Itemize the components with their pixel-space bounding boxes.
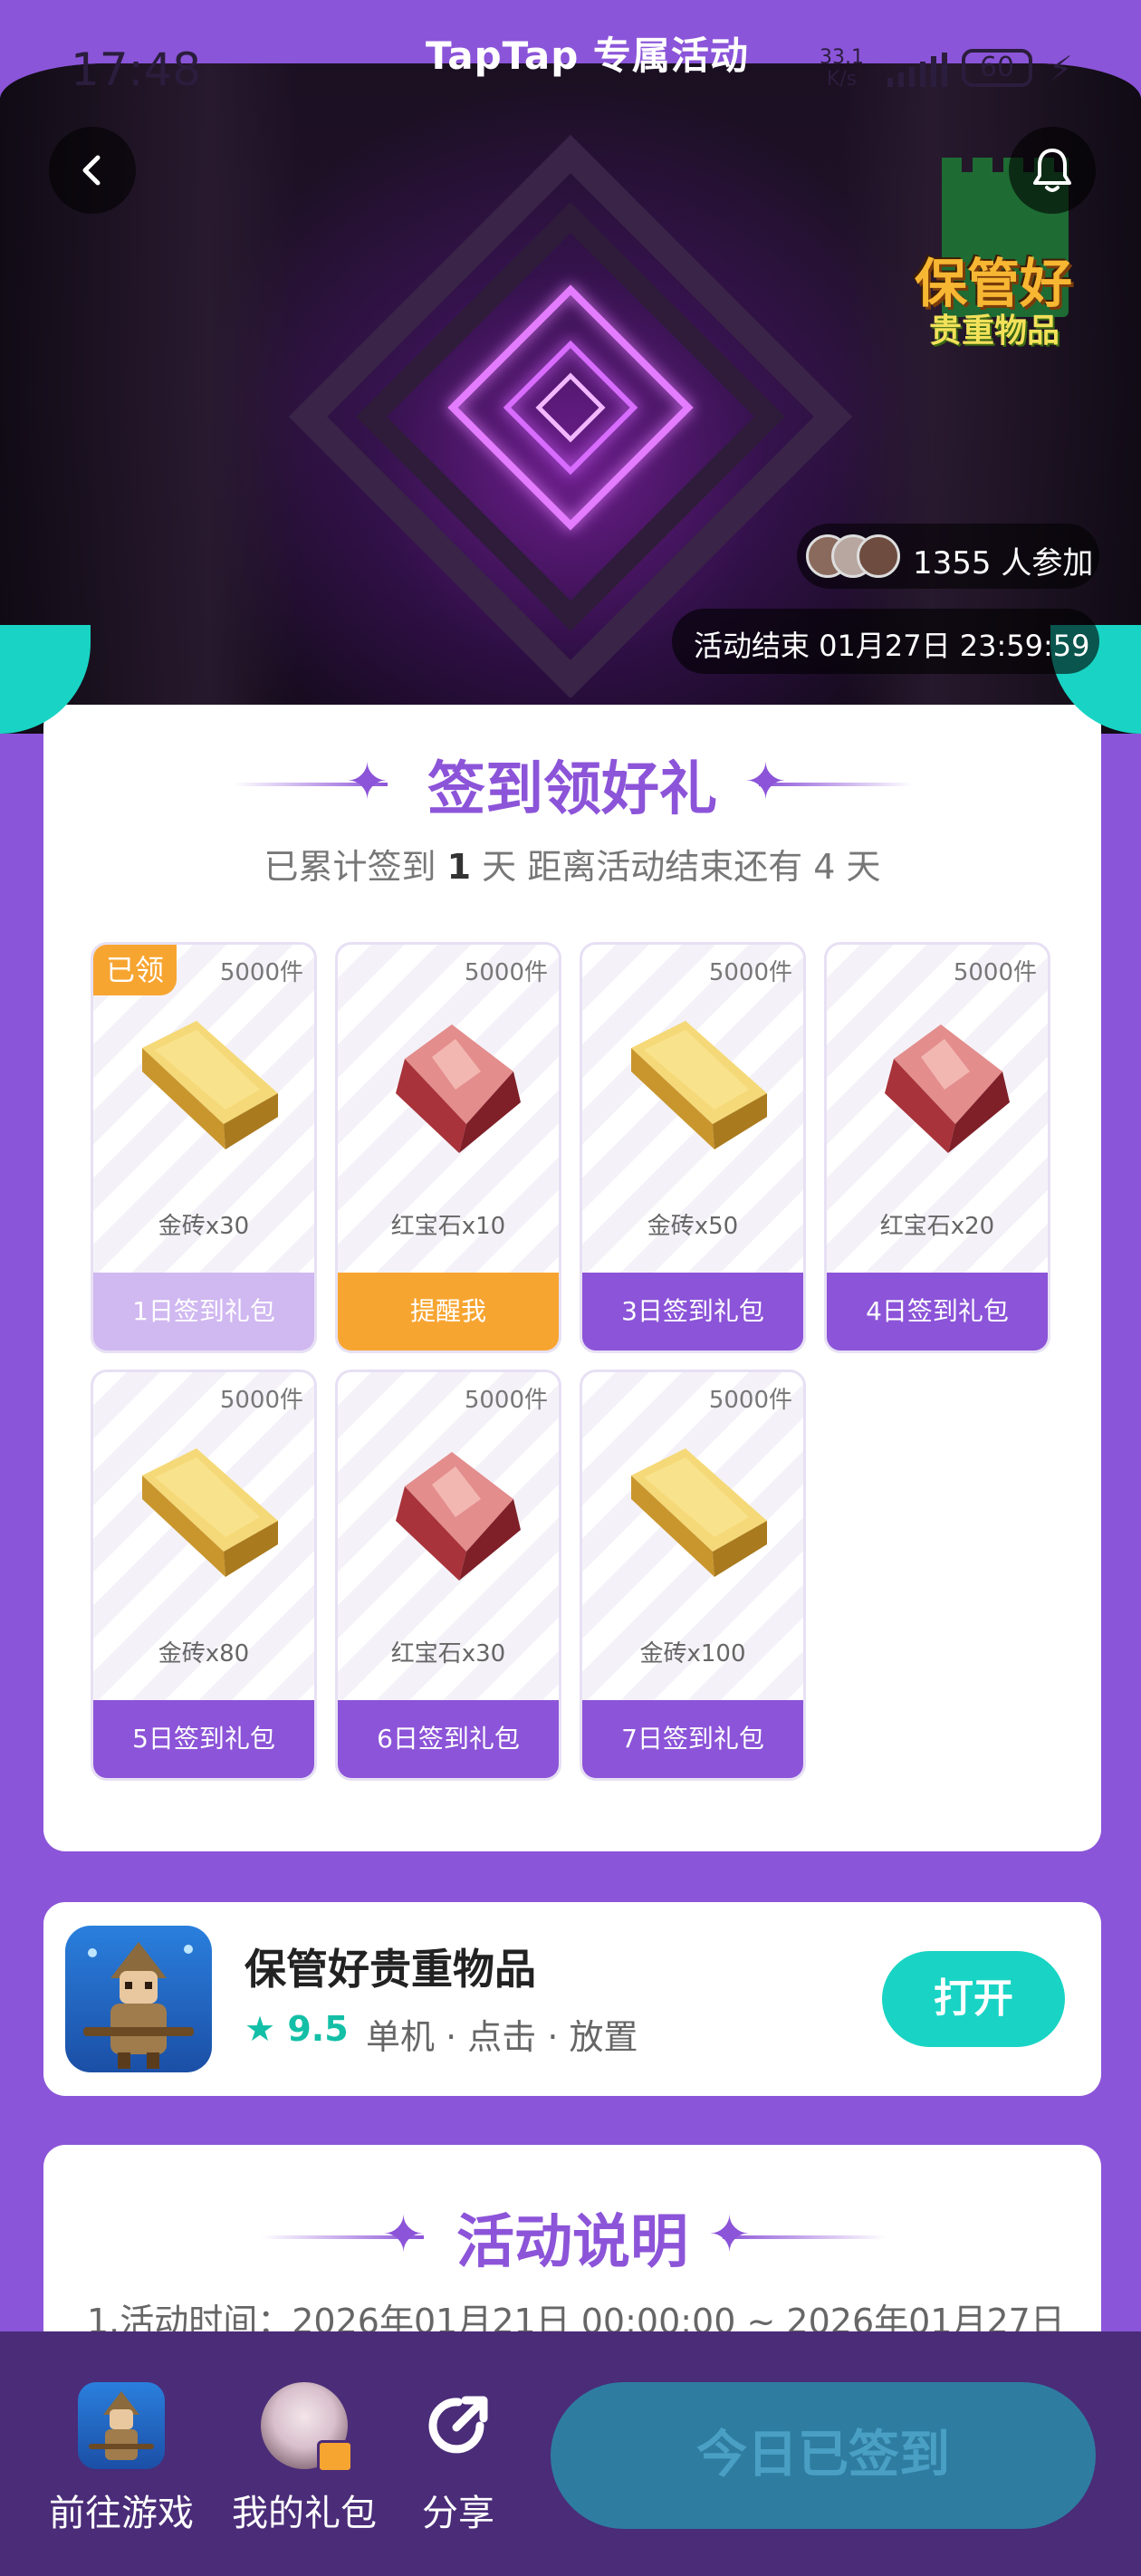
share-icon xyxy=(428,2396,488,2454)
signed-today-button[interactable]: 今日已签到 xyxy=(551,2382,1096,2529)
game-rating: ★ 9.5 xyxy=(244,2009,349,2049)
reward-card: 5000件金砖x100 7日签到礼包 xyxy=(580,1370,806,1781)
signin-progress-prefix: 已累计签到 xyxy=(264,847,436,887)
game-rating-value: 9.5 xyxy=(287,2009,349,2049)
reward-name: 金砖x30 xyxy=(158,1213,250,1240)
participants-count: 1355 人参加 xyxy=(913,545,1094,582)
ruby-icon xyxy=(858,1012,1021,1169)
reward-claim-button[interactable]: 4日签到礼包 xyxy=(827,1273,1048,1350)
participants-pill: 1355 人参加 xyxy=(797,524,1099,589)
my-gifts-label: 我的礼包 xyxy=(232,2493,377,2534)
reward-stock: 5000件 xyxy=(464,959,548,986)
game-character-icon xyxy=(89,2391,154,2460)
game-app-icon[interactable] xyxy=(65,1926,212,2072)
open-game-button[interactable]: 打开 xyxy=(882,1951,1065,2047)
reward-card: 5000件 已领金砖x30 1日签到礼包 xyxy=(91,942,317,1353)
reward-stock: 5000件 xyxy=(708,959,792,986)
signin-progress: 已累计签到 1 天 距离活动结束还有 4 天 xyxy=(43,839,1101,889)
description-section-header: ✦ 活动说明 ✦ xyxy=(43,2196,1101,2277)
star-icon: ★ xyxy=(244,2009,276,2049)
share-button[interactable]: 分享 xyxy=(377,2382,540,2536)
gold-bar-icon xyxy=(613,1012,776,1169)
signin-card: ✦ 签到领好礼 ✦ 已累计签到 1 天 距离活动结束还有 4 天 5000件 已领… xyxy=(43,705,1101,1851)
signin-progress-suffix: 天 距离活动结束还有 4 天 xyxy=(482,847,881,887)
signin-section-header: ✦ 签到领好礼 ✦ xyxy=(43,743,1101,824)
bottom-action-bar: 前往游戏 我的礼包 分享 今日已签到 xyxy=(0,2331,1141,2576)
network-speed: 33.1 K/s xyxy=(820,47,864,91)
avatar xyxy=(857,534,900,578)
reward-stock: 5000件 xyxy=(219,1387,303,1414)
game-logo-subtitle: 贵重物品 xyxy=(929,312,1060,350)
hero-banner: 保管好 贵重物品 1355 人参加 活动结束 01月27日 23:59:59 xyxy=(0,63,1141,734)
status-bar: 17:48 TapTap 专属活动 33.1 K/s 60 ⚡ xyxy=(0,0,1141,136)
reward-claim-button[interactable]: 5日签到礼包 xyxy=(93,1700,314,1778)
reward-name: 金砖x50 xyxy=(647,1213,739,1240)
go-to-game-button[interactable]: 前往游戏 xyxy=(40,2382,203,2536)
reward-card: 5000件红宝石x30 6日签到礼包 xyxy=(335,1370,561,1781)
ruby-icon xyxy=(369,1012,532,1169)
reward-card: 5000件金砖x80 5日签到礼包 xyxy=(91,1370,317,1781)
battery-icon: 60 xyxy=(962,49,1032,87)
claimed-badge: 已领 xyxy=(93,945,177,995)
notification-button[interactable] xyxy=(1009,127,1096,214)
my-gifts-button[interactable]: 我的礼包 xyxy=(223,2382,386,2536)
header-title: TapTap 专属活动 xyxy=(426,34,749,78)
decor-line-right xyxy=(723,2235,886,2239)
gold-bar-icon xyxy=(613,1439,776,1597)
status-time: 17:48 xyxy=(71,43,202,96)
deadline-pill: 活动结束 01月27日 23:59:59 xyxy=(672,609,1099,674)
ruby-icon xyxy=(369,1439,532,1597)
reward-claim-button[interactable]: 7日签到礼包 xyxy=(582,1700,803,1778)
reward-name: 金砖x100 xyxy=(639,1640,746,1668)
user-avatar xyxy=(261,2382,353,2473)
network-speed-value: 33.1 xyxy=(820,46,864,69)
decor-line-right xyxy=(759,783,913,786)
remind-me-button[interactable]: 提醒我 xyxy=(338,1273,559,1350)
network-speed-unit: K/s xyxy=(826,68,858,91)
reward-name: 红宝石x20 xyxy=(879,1213,995,1240)
description-title: 活动说明 xyxy=(456,2209,688,2276)
back-arrow-icon xyxy=(82,155,101,186)
signal-icon xyxy=(887,53,947,87)
deadline-text: 活动结束 01月27日 23:59:59 xyxy=(694,629,1090,663)
gift-icon xyxy=(317,2440,353,2473)
reward-stock: 5000件 xyxy=(219,959,303,986)
reward-card: 5000件金砖x50 3日签到礼包 xyxy=(580,942,806,1353)
game-tags: 单机 · 点击 · 放置 xyxy=(366,2017,638,2057)
reward-stock: 5000件 xyxy=(708,1387,792,1414)
reward-claim-button[interactable]: 1日签到礼包 xyxy=(93,1273,314,1350)
charge-icon: ⚡ xyxy=(1049,49,1073,89)
signin-title: 签到领好礼 xyxy=(427,756,717,823)
game-character-icon xyxy=(83,1942,194,2069)
participant-avatars xyxy=(806,534,906,578)
bell-icon xyxy=(1033,149,1071,192)
reward-claim-button[interactable]: 3日签到礼包 xyxy=(582,1273,803,1350)
signin-days-count: 1 xyxy=(446,847,472,887)
reward-claim-button[interactable]: 6日签到礼包 xyxy=(338,1700,559,1778)
reward-stock: 5000件 xyxy=(464,1387,548,1414)
reward-stock: 5000件 xyxy=(953,959,1037,986)
game-app-icon xyxy=(78,2382,165,2469)
game-name: 保管好贵重物品 xyxy=(244,1945,536,1994)
back-button[interactable] xyxy=(49,127,136,214)
gold-bar-icon xyxy=(124,1012,287,1169)
gold-bar-icon xyxy=(124,1439,287,1597)
share-label: 分享 xyxy=(422,2493,494,2534)
reward-name: 金砖x80 xyxy=(158,1640,250,1668)
reward-name: 红宝石x30 xyxy=(390,1640,506,1668)
reward-name: 红宝石x10 xyxy=(390,1213,506,1240)
game-card[interactable]: 保管好贵重物品 ★ 9.5 单机 · 点击 · 放置 打开 xyxy=(43,1902,1101,2096)
reward-card: 5000件红宝石x20 4日签到礼包 xyxy=(824,942,1050,1353)
reward-card: 5000件红宝石x10 提醒我 xyxy=(335,942,561,1353)
go-to-game-label: 前往游戏 xyxy=(49,2493,194,2534)
